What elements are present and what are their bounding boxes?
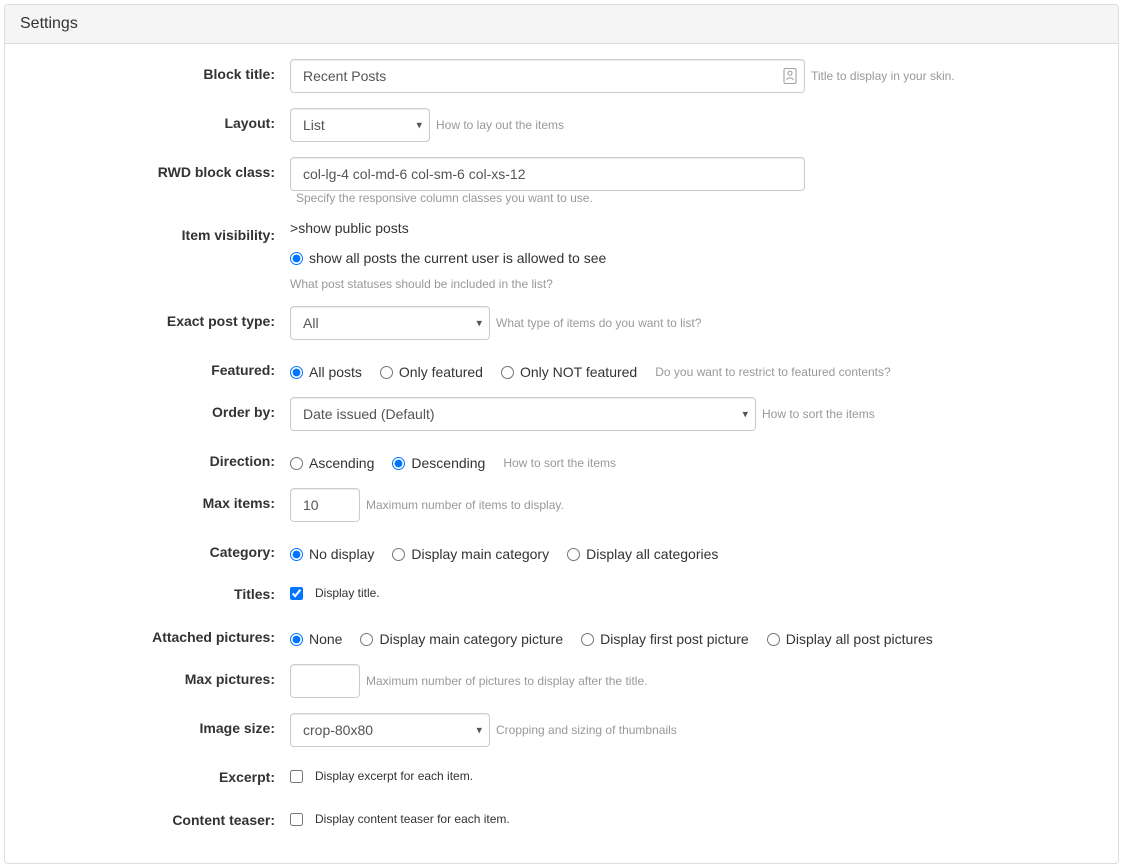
settings-panel: Settings Block title: Title to display i… xyxy=(4,4,1119,864)
row-exact-post-type: Exact post type: All What type of items … xyxy=(20,306,1103,340)
row-layout: Layout: List How to lay out the items xyxy=(20,108,1103,142)
row-image-size: Image size: crop-80x80 Cropping and sizi… xyxy=(20,713,1103,747)
label-image-size: Image size: xyxy=(20,713,290,736)
label-max-pictures: Max pictures: xyxy=(20,664,290,687)
hint-order-by: How to sort the items xyxy=(762,407,875,421)
direction-radio-desc[interactable] xyxy=(392,457,405,470)
excerpt-checkbox-label[interactable]: Display excerpt for each item. xyxy=(315,769,473,783)
category-radio-all[interactable] xyxy=(567,548,580,561)
contacts-icon xyxy=(783,68,797,84)
attpic-radio-none[interactable] xyxy=(290,633,303,646)
visibility-radio-all[interactable] xyxy=(290,252,303,265)
content-teaser-checkbox-label[interactable]: Display content teaser for each item. xyxy=(315,812,510,826)
row-item-visibility: Item visibility: >show public posts show… xyxy=(20,220,1103,291)
row-max-pictures: Max pictures: Maximum number of pictures… xyxy=(20,664,1103,698)
featured-radio-only[interactable] xyxy=(380,366,393,379)
label-direction: Direction: xyxy=(20,446,290,469)
category-label-main[interactable]: Display main category xyxy=(411,546,549,562)
titles-checkbox[interactable] xyxy=(290,587,303,600)
hint-exact-post-type: What type of items do you want to list? xyxy=(496,316,701,330)
row-order-by: Order by: Date issued (Default) How to s… xyxy=(20,397,1103,431)
titles-checkbox-label[interactable]: Display title. xyxy=(315,586,380,600)
visibility-label-public[interactable]: show public posts xyxy=(298,220,409,236)
featured-label-all[interactable]: All posts xyxy=(309,364,362,380)
row-max-items: Max items: Maximum number of items to di… xyxy=(20,488,1103,522)
visibility-radio-public[interactable]: show public posts xyxy=(298,220,409,236)
attpic-radio-maincat[interactable] xyxy=(360,633,373,646)
label-featured: Featured: xyxy=(20,355,290,378)
label-content-teaser: Content teaser: xyxy=(20,805,290,828)
hint-max-pictures: Maximum number of pictures to display af… xyxy=(366,674,647,688)
row-rwd-class: RWD block class: Specify the responsive … xyxy=(20,157,1103,205)
hint-direction: How to sort the items xyxy=(503,456,616,470)
exact-post-type-select[interactable]: All xyxy=(290,306,490,340)
direction-label-desc[interactable]: Descending xyxy=(411,455,485,471)
attpic-radio-first[interactable] xyxy=(581,633,594,646)
max-items-input[interactable] xyxy=(290,488,360,522)
block-title-input[interactable] xyxy=(290,59,805,93)
excerpt-checkbox[interactable] xyxy=(290,770,303,783)
row-titles: Titles: Display title. xyxy=(20,579,1103,607)
featured-label-not[interactable]: Only NOT featured xyxy=(520,364,637,380)
order-by-select[interactable]: Date issued (Default) xyxy=(290,397,756,431)
category-radio-none[interactable] xyxy=(290,548,303,561)
attpic-label-maincat[interactable]: Display main category picture xyxy=(379,631,563,647)
panel-body: Block title: Title to display in your sk… xyxy=(5,44,1118,863)
label-category: Category: xyxy=(20,537,290,560)
attpic-label-all[interactable]: Display all post pictures xyxy=(786,631,933,647)
hint-item-visibility: What post statuses should be included in… xyxy=(290,277,553,291)
row-direction: Direction: Ascending Descending How to s… xyxy=(20,446,1103,473)
label-layout: Layout: xyxy=(20,108,290,131)
visibility-label-all[interactable]: show all posts the current user is allow… xyxy=(309,250,606,266)
row-excerpt: Excerpt: Display excerpt for each item. xyxy=(20,762,1103,790)
content-teaser-checkbox[interactable] xyxy=(290,813,303,826)
row-block-title: Block title: Title to display in your sk… xyxy=(20,59,1103,93)
layout-select[interactable]: List xyxy=(290,108,430,142)
featured-label-only[interactable]: Only featured xyxy=(399,364,483,380)
label-attached-pictures: Attached pictures: xyxy=(20,622,290,645)
category-radio-main[interactable] xyxy=(392,548,405,561)
row-content-teaser: Content teaser: Display content teaser f… xyxy=(20,805,1103,833)
hint-max-items: Maximum number of items to display. xyxy=(366,498,564,512)
category-label-all[interactable]: Display all categories xyxy=(586,546,718,562)
hint-rwd-class: Specify the responsive column classes yo… xyxy=(296,191,593,205)
attpic-label-none[interactable]: None xyxy=(309,631,342,647)
rwd-class-input[interactable] xyxy=(290,157,805,191)
hint-block-title: Title to display in your skin. xyxy=(811,69,955,83)
label-excerpt: Excerpt: xyxy=(20,762,290,785)
direction-radio-asc[interactable] xyxy=(290,457,303,470)
category-label-none[interactable]: No display xyxy=(309,546,374,562)
hint-image-size: Cropping and sizing of thumbnails xyxy=(496,723,677,737)
hint-layout: How to lay out the items xyxy=(436,118,564,132)
row-attached-pictures: Attached pictures: None Display main cat… xyxy=(20,622,1103,649)
featured-radio-all[interactable] xyxy=(290,366,303,379)
row-featured: Featured: All posts Only featured Only N… xyxy=(20,355,1103,382)
hint-featured: Do you want to restrict to featured cont… xyxy=(655,365,890,379)
featured-radio-not[interactable] xyxy=(501,366,514,379)
image-size-select[interactable]: crop-80x80 xyxy=(290,713,490,747)
label-order-by: Order by: xyxy=(20,397,290,420)
attpic-label-first[interactable]: Display first post picture xyxy=(600,631,749,647)
label-block-title: Block title: xyxy=(20,59,290,82)
row-category: Category: No display Display main catego… xyxy=(20,537,1103,564)
label-item-visibility: Item visibility: xyxy=(20,220,290,243)
label-titles: Titles: xyxy=(20,579,290,602)
panel-title: Settings xyxy=(5,5,1118,44)
attpic-radio-all[interactable] xyxy=(767,633,780,646)
label-rwd-class: RWD block class: xyxy=(20,157,290,180)
direction-label-asc[interactable]: Ascending xyxy=(309,455,374,471)
label-max-items: Max items: xyxy=(20,488,290,511)
label-exact-post-type: Exact post type: xyxy=(20,306,290,329)
max-pictures-input[interactable] xyxy=(290,664,360,698)
